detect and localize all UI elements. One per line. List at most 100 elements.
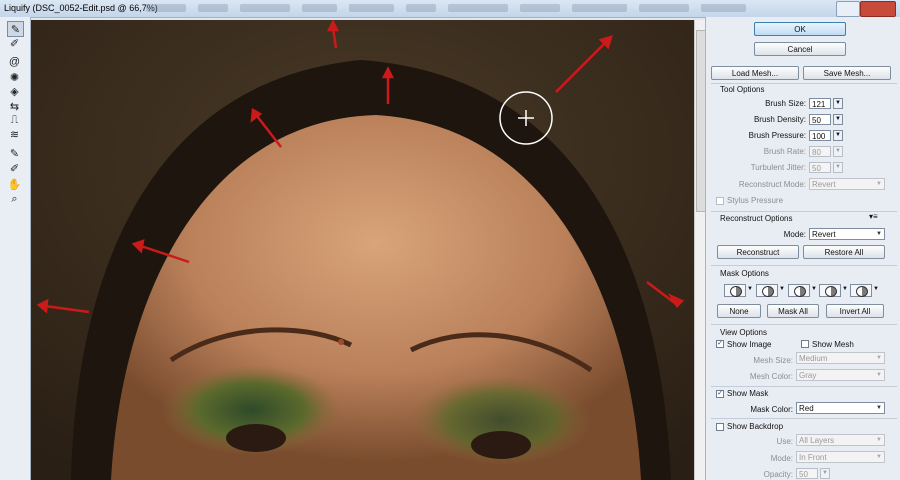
brush-size-field[interactable]: 121: [809, 98, 831, 109]
mirror-icon[interactable]: ⎍: [7, 113, 22, 127]
mesh-size-value: Medium: [799, 354, 828, 363]
mask-add-button[interactable]: ▼: [756, 284, 785, 297]
chevron-down-icon: ▼: [747, 286, 753, 292]
mask-display-divider: [711, 386, 897, 387]
reconstruct-icon[interactable]: ✐: [7, 36, 22, 50]
turbulent-jitter-field: 50: [809, 162, 831, 173]
mesh-size-label: Mesh Size:: [753, 356, 793, 365]
brush-rate-dropdown-icon: ▼: [833, 146, 843, 157]
canvas-scrollbar[interactable]: [694, 20, 706, 480]
chevron-down-icon: ▼: [876, 372, 882, 378]
mesh-size-select: Medium ▼: [796, 352, 885, 364]
tool-options-section: [711, 83, 897, 84]
twirl-icon[interactable]: @: [7, 55, 22, 69]
show-image-label: Show Image: [727, 340, 772, 349]
turbulence-icon[interactable]: ≋: [7, 127, 22, 141]
chevron-down-icon: ▼: [873, 286, 879, 292]
preview-canvas[interactable]: [31, 20, 694, 480]
close-window-button[interactable]: [860, 1, 896, 17]
reconstruct-mode-main-label: Mode:: [783, 230, 806, 239]
chevron-down-icon: ▼: [842, 286, 848, 292]
backdrop-mode-select: In Front ▼: [796, 451, 885, 463]
reconstruct-mode-value: Revert: [812, 180, 836, 189]
brush-rate-label: Brush Rate:: [763, 147, 806, 156]
background-menubar: [140, 2, 760, 14]
show-image-checkbox[interactable]: ✓: [716, 340, 724, 348]
backdrop-use-value: All Layers: [799, 436, 835, 445]
brush-pressure-dropdown-icon[interactable]: ▼: [833, 130, 843, 141]
show-mask-label: Show Mask: [727, 389, 769, 398]
mask-color-value: Red: [799, 404, 814, 413]
invert-all-button[interactable]: Invert All: [826, 304, 884, 318]
show-mesh-checkbox[interactable]: [801, 340, 809, 348]
mask-color-select[interactable]: Red ▼: [796, 402, 885, 414]
zoom-icon[interactable]: ⌕: [7, 192, 22, 206]
mask-color-label: Mask Color:: [750, 405, 793, 414]
brush-size-dropdown-icon[interactable]: ▼: [833, 98, 843, 109]
chevron-down-icon: ▼: [811, 286, 817, 292]
mask-subtract-button[interactable]: ▼: [788, 284, 817, 297]
brush-density-dropdown-icon[interactable]: ▼: [833, 114, 843, 125]
mask-subtract-icon: [794, 286, 806, 297]
push-left-icon[interactable]: ⇆: [7, 99, 22, 113]
mask-options-section: [711, 265, 897, 266]
backdrop-mode-label: Mode:: [770, 454, 793, 463]
save-mesh-button[interactable]: Save Mesh...: [803, 66, 891, 80]
freeze-mask-icon[interactable]: ✎: [7, 146, 22, 160]
panel-menu-icon[interactable]: ▾≡: [869, 212, 878, 221]
mask-options-heading: Mask Options: [720, 269, 769, 278]
brush-density-label: Brush Density:: [753, 115, 806, 124]
mask-none-button[interactable]: None: [717, 304, 761, 318]
mesh-color-select: Gray ▼: [796, 369, 885, 381]
reconstruct-mode-select: Revert ▼: [809, 178, 885, 190]
show-mask-checkbox[interactable]: ✓: [716, 390, 724, 398]
thaw-mask-icon[interactable]: ✐: [7, 161, 22, 175]
opacity-dropdown-icon: ▼: [820, 468, 830, 479]
load-mesh-button[interactable]: Load Mesh...: [711, 66, 799, 80]
mask-invert-button[interactable]: ▼: [850, 284, 879, 297]
use-label: Use:: [776, 437, 793, 446]
reconstruct-mode-label: Reconstruct Mode:: [738, 180, 806, 189]
hand-icon[interactable]: ✋: [7, 177, 22, 191]
chevron-down-icon: ▼: [876, 181, 882, 187]
chevron-down-icon: ▼: [876, 231, 882, 237]
chevron-down-icon: ▼: [876, 437, 882, 443]
cancel-button[interactable]: Cancel: [754, 42, 846, 56]
reconstruct-button[interactable]: Reconstruct: [717, 245, 799, 259]
chevron-down-icon: ▼: [876, 355, 882, 361]
mask-replace-button[interactable]: ▼: [724, 284, 753, 297]
stylus-pressure-label: Stylus Pressure: [727, 196, 784, 205]
backdrop-use-select: All Layers ▼: [796, 434, 885, 446]
view-options-heading: View Options: [720, 328, 767, 337]
view-options-section: [711, 324, 897, 325]
mask-intersect-icon: [825, 286, 837, 297]
turbulent-jitter-dropdown-icon: ▼: [833, 162, 843, 173]
backdrop-mode-value: In Front: [799, 453, 827, 462]
reconstruct-options-mode-value: Revert: [812, 230, 836, 239]
chevron-down-icon: ▼: [779, 286, 785, 292]
turbulent-jitter-label: Turbulent Jitter:: [750, 163, 806, 172]
tool-options-heading: Tool Options: [720, 85, 765, 94]
brush-pressure-label: Brush Pressure:: [748, 131, 806, 140]
mask-replace-icon: [730, 286, 742, 297]
brush-density-field[interactable]: 50: [809, 114, 831, 125]
mask-all-button[interactable]: Mask All: [767, 304, 819, 318]
bloat-icon[interactable]: ◈: [7, 84, 22, 98]
reconstruct-options-heading: Reconstruct Options: [720, 214, 793, 223]
brush-rate-field: 80: [809, 146, 831, 157]
reconstruct-options-mode-select[interactable]: Revert ▼: [809, 228, 885, 240]
forward-warp-icon[interactable]: ✎: [7, 21, 24, 37]
mask-intersect-button[interactable]: ▼: [819, 284, 848, 297]
minimize-button[interactable]: [836, 1, 860, 17]
ok-button[interactable]: OK: [754, 22, 846, 36]
show-backdrop-checkbox[interactable]: [716, 423, 724, 431]
stylus-pressure-checkbox: [716, 197, 724, 205]
brush-size-label: Brush Size:: [765, 99, 806, 108]
mask-invert-icon: [856, 286, 868, 297]
pucker-icon[interactable]: ✺: [7, 70, 22, 84]
tool-strip: ✎ ✐ @ ✺ ◈ ⇆ ⎍ ≋ ✎ ✐ ✋ ⌕: [0, 17, 31, 480]
show-backdrop-label: Show Backdrop: [727, 422, 784, 431]
show-mesh-label: Show Mesh: [812, 340, 854, 349]
brush-pressure-field[interactable]: 100: [809, 130, 831, 141]
restore-all-button[interactable]: Restore All: [803, 245, 885, 259]
